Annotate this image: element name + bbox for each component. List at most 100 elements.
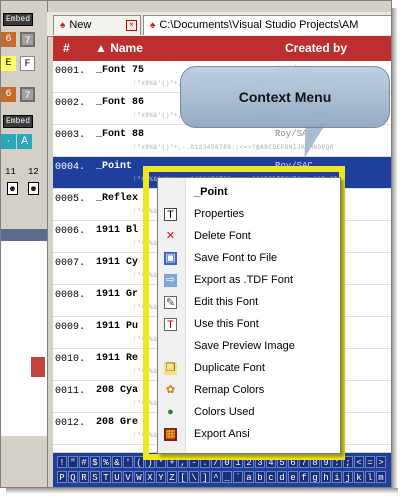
column-header-name[interactable]: ▲ Name [95, 41, 143, 55]
color-swatch-6[interactable]: 6 [1, 32, 16, 47]
menu-item-export-ansi[interactable]: ▦ Export Ansi [158, 424, 340, 446]
character-cell[interactable]: V [123, 471, 133, 483]
menu-item-delete-font[interactable]: ✕ Delete Font [158, 226, 340, 248]
character-cell[interactable]: % [101, 456, 111, 468]
letter-a-button[interactable]: A [17, 134, 32, 149]
character-cell[interactable]: P [57, 471, 67, 483]
character-cell[interactable]: X [145, 471, 155, 483]
character-cell[interactable]: i [332, 471, 342, 483]
menu-item-edit-this-font[interactable]: ✎ Edit this Font [158, 292, 340, 314]
edit-icon: ✎ [164, 296, 177, 309]
character-cell[interactable]: Q [68, 471, 78, 483]
character-cell[interactable]: c [266, 471, 276, 483]
menu-item-duplicate-font[interactable]: ❐ Duplicate Font [158, 358, 340, 380]
character-cell[interactable]: ] [200, 471, 210, 483]
menu-item-label: Export Ansi [194, 428, 250, 440]
row-font-name: _Font 88 [96, 129, 145, 140]
character-cell[interactable]: b [255, 471, 265, 483]
face-icon-left[interactable]: ☻ [7, 182, 18, 195]
character-cell[interactable]: m [376, 471, 386, 483]
menu-item-label: Duplicate Font [194, 362, 265, 374]
font-file-icon: ♠ [150, 20, 156, 31]
character-cell[interactable]: k [354, 471, 364, 483]
menu-item-use-this-font[interactable]: T Use this Font [158, 314, 340, 336]
tab-documents[interactable]: ♠ C:\Documents\Visual Studio Projects\AM [143, 15, 391, 35]
row-font-name: 1911 Gr [96, 289, 139, 300]
character-cell[interactable]: W [134, 471, 144, 483]
row-font-name: 1911 Bl [96, 225, 139, 236]
column-header-index[interactable]: # [63, 41, 70, 55]
color-swatch-7[interactable]: 7 [20, 32, 35, 47]
character-cell[interactable]: ! [57, 456, 67, 468]
character-cell[interactable]: Y [156, 471, 166, 483]
close-icon[interactable]: × [126, 20, 137, 31]
menu-item-save-font-to-file[interactable]: ▣ Save Font to File [158, 248, 340, 270]
face-icon-right[interactable]: ☻ [28, 182, 39, 195]
callout-text: Context Menu [238, 89, 332, 105]
menu-item-export-as-tdf-font[interactable]: ⇨ Export as .TDF Font [158, 270, 340, 292]
character-cell[interactable]: e [288, 471, 298, 483]
row-index: 0009. [55, 322, 86, 333]
tab-bar: ♠ New × ♠ C:\Documents\Visual Studio Proje… [47, 12, 391, 37]
menu-item-save-preview-image[interactable]: Save Preview Image [158, 336, 340, 358]
color-swatch-7b[interactable]: 7 [20, 87, 35, 102]
character-cell[interactable]: " [68, 456, 78, 468]
color-swatch-6b[interactable]: 6 [1, 87, 16, 102]
character-cell[interactable]: U [112, 471, 122, 483]
character-cell[interactable]: < [354, 456, 364, 468]
properties-icon: T [164, 208, 177, 221]
character-cell[interactable]: f [299, 471, 309, 483]
character-cell[interactable]: > [376, 456, 386, 468]
row-index: 0007. [55, 258, 86, 269]
grid-header: # ▲ Name Created by [53, 36, 391, 61]
column-header-created-by[interactable]: Created by [285, 41, 347, 55]
menu-item-remap-colors[interactable]: ✿ Remap Colors [158, 380, 340, 402]
character-cell[interactable]: a [244, 471, 254, 483]
menu-item-properties[interactable]: T Properties [158, 204, 340, 226]
character-cell[interactable]: = [365, 456, 375, 468]
character-cell[interactable]: l [365, 471, 375, 483]
character-cell[interactable]: j [343, 471, 353, 483]
teal-tool-icon[interactable]: · [1, 134, 16, 149]
character-cell[interactable]: d [277, 471, 287, 483]
color-swatch-f[interactable]: F [20, 56, 35, 71]
character-cell[interactable]: ` [233, 471, 243, 483]
character-cell[interactable]: $ [90, 456, 100, 468]
delete-icon: ✕ [165, 230, 176, 242]
menu-item-point[interactable]: _Point [158, 182, 340, 204]
embed-button-top[interactable]: Embed [3, 13, 34, 26]
table-row[interactable]: 0003. _Font 88 Roy/SAC !"#$%&'()*+,-.012345… [53, 125, 391, 157]
left-panel-list[interactable] [1, 241, 47, 436]
character-cell[interactable]: & [112, 456, 122, 468]
left-panel-accent [31, 357, 45, 377]
number-label-12: 12 [28, 167, 39, 177]
menu-item-label: Save Font to File [194, 252, 278, 264]
context-menu: _Point T Properties ✕ Delete Font ▣ Save Font … [157, 177, 341, 454]
row-index: 0010. [55, 354, 86, 365]
row-index: 0002. [55, 98, 86, 109]
character-cell[interactable]: ' [123, 456, 133, 468]
embed-button-bottom[interactable]: Embed [3, 115, 34, 128]
menu-item-label: Colors Used [194, 406, 255, 418]
character-cell[interactable]: R [79, 471, 89, 483]
character-cell[interactable]: g [310, 471, 320, 483]
character-cell[interactable]: \ [189, 471, 199, 483]
character-cell[interactable]: h [321, 471, 331, 483]
row-font-name: 1911 Pu [96, 321, 139, 332]
menu-item-label: Remap Colors [194, 384, 265, 396]
color-swatch-e[interactable]: E [1, 56, 16, 71]
character-cell[interactable]: S [90, 471, 100, 483]
row-index: 0001. [55, 66, 86, 77]
character-cell[interactable]: T [101, 471, 111, 483]
number-label-11: 11 [5, 167, 16, 177]
character-cell[interactable]: Z [167, 471, 177, 483]
character-cell[interactable]: # [79, 456, 89, 468]
menu-item-label: Properties [194, 208, 245, 220]
row-index: 0006. [55, 226, 86, 237]
character-cell[interactable]: _ [222, 471, 232, 483]
export-icon: ⇨ [164, 274, 177, 287]
character-cell[interactable]: [ [178, 471, 188, 483]
character-cell[interactable]: ^ [211, 471, 221, 483]
menu-item-colors-used[interactable]: ● Colors Used [158, 402, 340, 424]
tab-new[interactable]: ♠ New × [53, 15, 141, 35]
